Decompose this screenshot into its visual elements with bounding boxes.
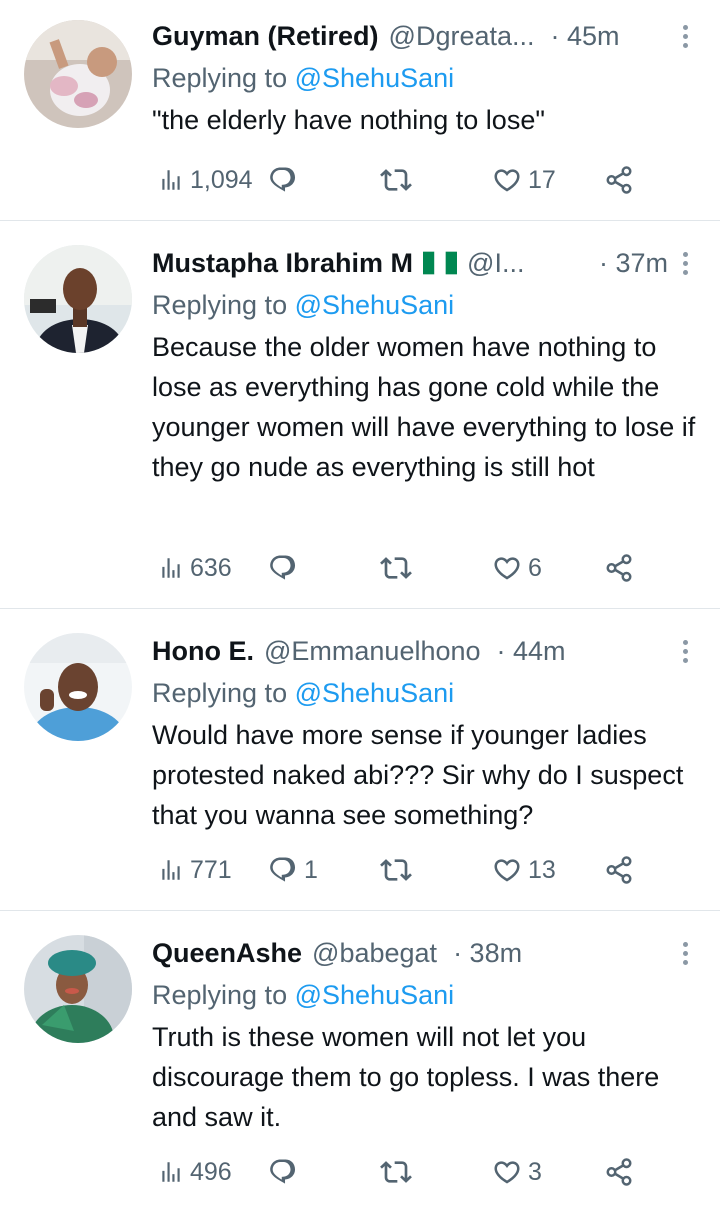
like-count: 3 [528, 1157, 542, 1186]
avatar[interactable] [24, 633, 132, 741]
author-name[interactable]: Hono E. [152, 636, 254, 667]
share-icon [604, 1157, 634, 1187]
replying-to-mention[interactable]: @ShehuSani [295, 63, 455, 93]
nigeria-flag-icon [423, 249, 458, 277]
reply-button[interactable] [268, 160, 304, 200]
author-handle[interactable]: @Emmanuelhono [264, 636, 481, 667]
like-button[interactable]: 3 [492, 1152, 542, 1192]
retweet-button[interactable] [380, 850, 418, 890]
tweet-reply[interactable]: Mustapha Ibrahim M @I... · 37m Replying … [0, 221, 720, 609]
author-handle[interactable]: @I... [467, 248, 524, 279]
views-icon [158, 167, 184, 193]
tweet-text: Would have more sense if younger ladies … [152, 720, 684, 830]
tweet-reply[interactable]: Hono E. @Emmanuelhono · 44m Replying to … [0, 609, 720, 911]
more-icon[interactable] [680, 639, 690, 663]
timestamp[interactable]: · 45m [551, 21, 620, 52]
tweet-reply[interactable]: QueenAshe @babegat · 38m Replying to @Sh… [0, 911, 720, 1209]
author-name[interactable]: Mustapha Ibrahim M [152, 248, 413, 279]
like-icon [492, 165, 522, 195]
action-bar: 496 3 [158, 1152, 638, 1192]
replying-label: Replying to [152, 980, 288, 1010]
reply-icon [268, 855, 298, 885]
reply-button[interactable] [268, 1152, 304, 1192]
share-button[interactable] [604, 160, 634, 200]
more-icon[interactable] [680, 941, 690, 965]
reply-button[interactable]: 1 [268, 850, 318, 890]
replying-to: Replying to @ShehuSani [152, 285, 696, 325]
replying-label: Replying to [152, 678, 288, 708]
like-icon [492, 855, 522, 885]
like-button[interactable]: 6 [492, 548, 542, 588]
author-handle[interactable]: @babegat [312, 938, 437, 969]
replying-to-mention[interactable]: @ShehuSani [295, 678, 455, 708]
avatar[interactable] [24, 20, 132, 128]
views-button[interactable]: 771 [158, 850, 232, 890]
author-name[interactable]: Guyman (Retired) [152, 21, 379, 52]
replying-label: Replying to [152, 63, 288, 93]
retweet-icon [380, 164, 412, 196]
action-bar: 1,094 17 [158, 160, 638, 200]
retweet-button[interactable] [380, 160, 418, 200]
author-name[interactable]: QueenAshe [152, 938, 302, 969]
timestamp[interactable]: · 37m [599, 248, 668, 279]
like-count: 17 [528, 165, 556, 194]
replying-to: Replying to @ShehuSani [152, 975, 696, 1015]
reply-icon [268, 553, 298, 583]
views-button[interactable]: 496 [158, 1152, 232, 1192]
share-button[interactable] [604, 548, 634, 588]
tweet-reply[interactable]: Guyman (Retired) @Dgreata... · 45m Reply… [0, 0, 720, 221]
action-bar: 771 1 13 [158, 850, 638, 890]
retweet-button[interactable] [380, 548, 418, 588]
views-count: 496 [190, 1157, 232, 1186]
share-button[interactable] [604, 1152, 634, 1192]
reply-icon [268, 1157, 298, 1187]
like-icon [492, 553, 522, 583]
views-button[interactable]: 1,094 [158, 160, 253, 200]
retweet-button[interactable] [380, 1152, 418, 1192]
views-button[interactable]: 636 [158, 548, 232, 588]
retweet-icon [380, 552, 412, 584]
tweet-text: Because the older women have nothing to … [152, 332, 696, 482]
replying-label: Replying to [152, 290, 288, 320]
like-count: 6 [528, 553, 542, 582]
replying-to-mention[interactable]: @ShehuSani [295, 980, 455, 1010]
reply-icon [268, 165, 298, 195]
reply-count: 1 [304, 855, 318, 884]
retweet-icon [380, 854, 412, 886]
replying-to-mention[interactable]: @ShehuSani [295, 290, 455, 320]
like-button[interactable]: 17 [492, 160, 556, 200]
views-count: 636 [190, 553, 232, 582]
timestamp[interactable]: · 44m [497, 636, 566, 667]
more-icon[interactable] [680, 251, 690, 275]
replying-to: Replying to @ShehuSani [152, 58, 696, 98]
action-bar: 636 6 [158, 548, 638, 588]
replying-to: Replying to @ShehuSani [152, 673, 696, 713]
share-button[interactable] [604, 850, 634, 890]
share-icon [604, 553, 634, 583]
like-button[interactable]: 13 [492, 850, 556, 890]
views-count: 771 [190, 855, 232, 884]
views-icon [158, 857, 184, 883]
retweet-icon [380, 1156, 412, 1188]
share-icon [604, 855, 634, 885]
views-icon [158, 1159, 184, 1185]
like-icon [492, 1157, 522, 1187]
tweet-text: "the elderly have nothing to lose" [152, 105, 545, 135]
share-icon [604, 165, 634, 195]
timestamp[interactable]: · 38m [453, 938, 522, 969]
more-icon[interactable] [680, 24, 690, 48]
tweet-text: Truth is these women will not let you di… [152, 1022, 660, 1132]
like-count: 13 [528, 855, 556, 884]
avatar[interactable] [24, 245, 132, 353]
views-count: 1,094 [190, 165, 253, 194]
reply-button[interactable] [268, 548, 304, 588]
author-handle[interactable]: @Dgreata... [389, 21, 535, 52]
views-icon [158, 555, 184, 581]
avatar[interactable] [24, 935, 132, 1043]
